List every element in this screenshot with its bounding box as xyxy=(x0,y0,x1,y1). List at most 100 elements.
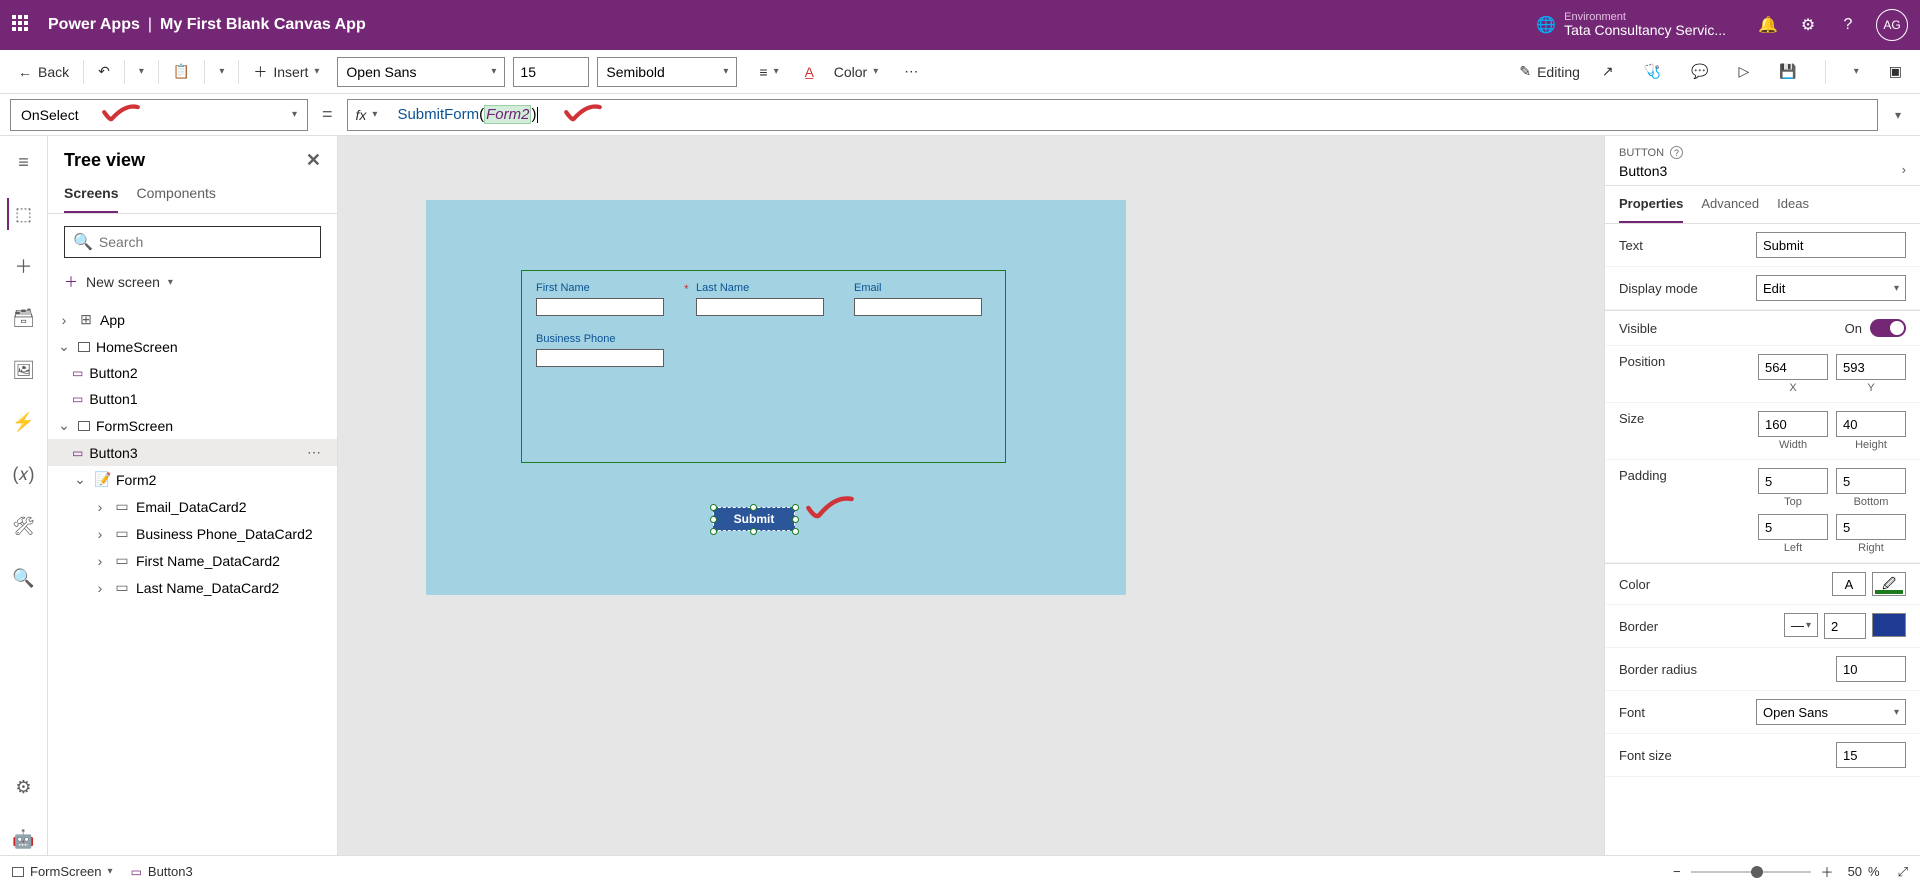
publish-icon[interactable]: ▣ xyxy=(1881,59,1910,84)
zoom-out-button[interactable]: − xyxy=(1673,864,1681,879)
screen-canvas[interactable]: First Name * Last Name Email Business Ph… xyxy=(426,200,1126,595)
font-select[interactable]: Open Sans▾ xyxy=(337,57,505,87)
paste-button[interactable]: 📋 xyxy=(165,59,198,84)
align-button[interactable]: ≡ ▾ xyxy=(751,60,786,84)
settings-icon[interactable]: ⚙ xyxy=(1792,15,1824,35)
prop-text-input[interactable] xyxy=(1756,232,1906,258)
panel-expand-icon[interactable]: › xyxy=(1902,162,1906,177)
data-icon[interactable]: 🗃 xyxy=(8,302,40,334)
tab-properties[interactable]: Properties xyxy=(1619,186,1683,223)
canvas-area[interactable]: First Name * Last Name Email Business Ph… xyxy=(338,136,1604,855)
prop-visible-toggle[interactable] xyxy=(1870,319,1906,337)
field-input-email[interactable] xyxy=(854,298,982,316)
tab-advanced[interactable]: Advanced xyxy=(1701,186,1759,223)
tab-screens[interactable]: Screens xyxy=(64,177,118,213)
tree-item-lname-dc[interactable]: ›▭Last Name_DataCard2 xyxy=(48,574,337,601)
tree-item-formscreen[interactable]: ⌄FormScreen xyxy=(48,412,337,439)
prop-displaymode-select[interactable]: Edit▾ xyxy=(1756,275,1906,301)
editing-mode-button[interactable]: ✎Editing xyxy=(1519,63,1580,80)
undo-dropdown[interactable]: ▾ xyxy=(131,62,152,81)
waffle-icon[interactable] xyxy=(12,15,32,35)
hamburger-icon[interactable]: ≡ xyxy=(8,146,40,178)
border-color-swatch[interactable] xyxy=(1872,613,1906,637)
prop-width-label: Width xyxy=(1758,439,1828,451)
prop-font-select[interactable]: Open Sans▾ xyxy=(1756,699,1906,725)
prop-padleft-input[interactable] xyxy=(1758,514,1828,540)
tree-item-email-dc[interactable]: ›▭Email_DataCard2 xyxy=(48,493,337,520)
tree-item-phone-dc[interactable]: ›▭Business Phone_DataCard2 xyxy=(48,520,337,547)
advanced-tools-icon[interactable]: 🛠 xyxy=(8,510,40,542)
prop-padbottom-input[interactable] xyxy=(1836,468,1906,494)
font-weight-select[interactable]: Semibold▾ xyxy=(597,57,737,87)
prop-padtop-input[interactable] xyxy=(1758,468,1828,494)
environment-icon[interactable]: 🌐 xyxy=(1536,15,1556,35)
help-icon-small[interactable]: ? xyxy=(1670,146,1683,159)
virtual-agent-icon[interactable]: 🤖 xyxy=(8,823,40,855)
prop-fontsize-input[interactable] xyxy=(1836,742,1906,768)
formula-input[interactable]: fx▾ SubmitForm(Form2) xyxy=(347,99,1878,131)
tree-item-app[interactable]: ›⊞App xyxy=(48,306,337,333)
help-icon[interactable]: ? xyxy=(1832,16,1864,34)
tree-item-button3[interactable]: ▭Button3⋯ xyxy=(48,439,337,466)
fit-screen-button[interactable]: ⤢ xyxy=(1898,864,1908,880)
status-selected[interactable]: ▭Button3 xyxy=(131,864,193,879)
equals-sign: = xyxy=(322,104,333,125)
share-button[interactable]: ↗ xyxy=(1594,59,1622,84)
border-radius-input[interactable] xyxy=(1836,656,1906,682)
prop-padright-input[interactable] xyxy=(1836,514,1906,540)
formula-expand-button[interactable]: ▾ xyxy=(1886,108,1910,122)
settings-rail-icon[interactable]: ⚙ xyxy=(8,771,40,803)
prop-height-input[interactable] xyxy=(1836,411,1906,437)
undo-button[interactable]: ↶ xyxy=(90,59,118,84)
tree-search-input[interactable] xyxy=(99,234,312,250)
tree-item-fname-dc[interactable]: ›▭First Name_DataCard2 xyxy=(48,547,337,574)
font-color-swatch[interactable]: A xyxy=(1832,572,1866,596)
search-rail-icon[interactable]: 🔍 xyxy=(8,562,40,594)
tree-close-icon[interactable]: ✕ xyxy=(306,150,321,171)
comments-icon[interactable]: 💬 xyxy=(1683,59,1716,84)
tree-item-form2[interactable]: ⌄📝Form2 xyxy=(48,466,337,493)
color-button[interactable]: A̲ Color ▾ xyxy=(797,60,887,84)
status-screen[interactable]: FormScreen▾ xyxy=(12,864,113,879)
fill-color-swatch[interactable]: 🖉 xyxy=(1872,572,1906,596)
tree-item-more-icon[interactable]: ⋯ xyxy=(307,444,329,461)
search-icon: 🔍 xyxy=(73,232,93,252)
zoom-slider[interactable] xyxy=(1691,871,1811,873)
preview-button[interactable]: ▷ xyxy=(1731,59,1758,84)
tree-view-icon[interactable]: ⬚ xyxy=(7,198,39,230)
paste-dropdown[interactable]: ▾ xyxy=(211,62,232,81)
field-input-phone[interactable] xyxy=(536,349,664,367)
new-screen-button[interactable]: ＋New screen▾ xyxy=(48,266,337,302)
prop-x-input[interactable] xyxy=(1758,354,1828,380)
tree-item-button1[interactable]: ▭Button1 xyxy=(48,386,337,412)
notifications-icon[interactable]: 🔔 xyxy=(1752,15,1784,35)
status-bar: FormScreen▾ ▭Button3 − ＋ 50 % ⤢ xyxy=(0,855,1920,887)
prop-y-input[interactable] xyxy=(1836,354,1906,380)
tab-ideas[interactable]: Ideas xyxy=(1777,186,1809,223)
insert-button[interactable]: ＋Insert▾ xyxy=(245,58,327,86)
prop-width-input[interactable] xyxy=(1758,411,1828,437)
app-checker-icon[interactable]: 🩺 xyxy=(1636,59,1669,84)
tree-item-homescreen[interactable]: ⌄HomeScreen xyxy=(48,333,337,360)
variables-icon[interactable]: (𝑥) xyxy=(8,458,40,490)
prop-text-label: Text xyxy=(1619,238,1756,253)
tab-components[interactable]: Components xyxy=(136,177,215,213)
save-button[interactable]: 💾 xyxy=(1771,59,1804,84)
more-button[interactable]: ⋯ xyxy=(896,59,926,84)
power-automate-icon[interactable]: ⚡ xyxy=(8,406,40,438)
border-width-input[interactable] xyxy=(1824,613,1866,639)
field-input-lastname[interactable] xyxy=(696,298,824,316)
field-input-firstname[interactable] xyxy=(536,298,664,316)
zoom-in-button[interactable]: ＋ xyxy=(1821,862,1834,881)
back-button[interactable]: ←Back xyxy=(10,60,77,84)
border-style-select[interactable]: — ▾ xyxy=(1784,613,1818,637)
tree-search[interactable]: 🔍 xyxy=(64,226,321,258)
tree-item-button2[interactable]: ▭Button2 xyxy=(48,360,337,386)
property-selector[interactable]: OnSelect ▾ xyxy=(10,99,308,131)
insert-rail-icon[interactable]: ＋ xyxy=(8,250,40,282)
environment-block[interactable]: Environment Tata Consultancy Servic... xyxy=(1564,11,1726,38)
media-icon[interactable]: 🖼 xyxy=(8,354,40,386)
font-size-input[interactable] xyxy=(513,57,589,87)
save-dropdown[interactable]: ▾ xyxy=(1846,62,1867,81)
user-avatar[interactable]: AG xyxy=(1876,9,1908,41)
